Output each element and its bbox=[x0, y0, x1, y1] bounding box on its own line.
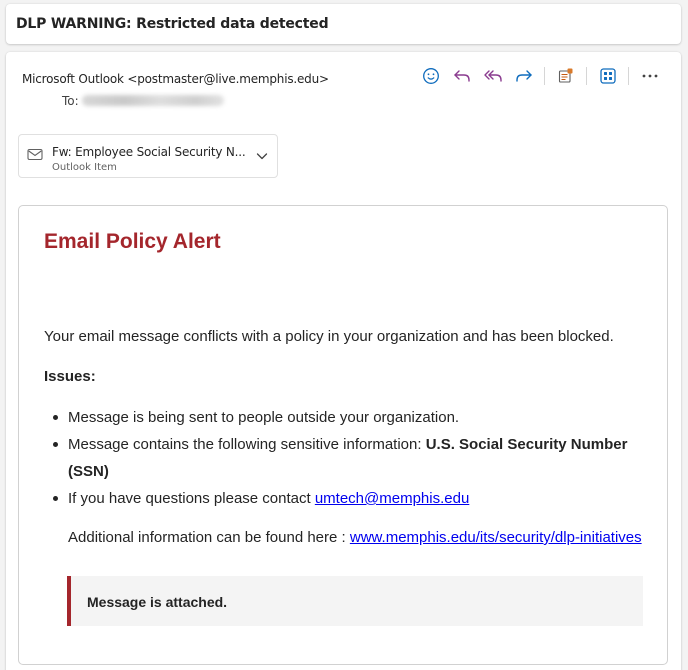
alert-title: Email Policy Alert bbox=[44, 230, 221, 253]
issues-heading: Issues: bbox=[44, 368, 96, 385]
issue-text: If you have questions please contact bbox=[68, 490, 315, 507]
attachment-type: Outlook Item bbox=[52, 162, 117, 173]
email-subject: DLP WARNING: Restricted data detected bbox=[16, 16, 329, 32]
apps-icon[interactable] bbox=[592, 64, 623, 88]
issue-text: Message is being sent to people outside … bbox=[68, 409, 460, 426]
sticky-note-icon[interactable] bbox=[550, 64, 581, 88]
issues-list: Message is being sent to people outside … bbox=[44, 404, 644, 512]
recipient-redacted bbox=[82, 95, 224, 106]
toolbar-divider bbox=[628, 67, 629, 85]
additional-info-text: Additional information can be found here… bbox=[68, 529, 350, 546]
toolbar-divider bbox=[544, 67, 545, 85]
attached-notice: Message is attached. bbox=[67, 576, 643, 626]
list-item: Message contains the following sensitive… bbox=[44, 431, 644, 485]
attachment-card[interactable]: Fw: Employee Social Security N... Outloo… bbox=[18, 134, 278, 178]
subject-header: DLP WARNING: Restricted data detected bbox=[6, 4, 681, 44]
additional-info: Additional information can be found here… bbox=[68, 529, 642, 546]
list-item: Message is being sent to people outside … bbox=[44, 404, 644, 431]
attachment-name: Fw: Employee Social Security N... bbox=[52, 145, 246, 159]
list-item: If you have questions please contact umt… bbox=[44, 485, 644, 512]
more-icon[interactable] bbox=[634, 64, 665, 88]
reply-icon[interactable] bbox=[446, 64, 477, 88]
mail-icon bbox=[27, 148, 43, 166]
alert-intro: Your email message conflicts with a poli… bbox=[44, 328, 614, 345]
attached-notice-text: Message is attached. bbox=[87, 594, 228, 610]
dlp-info-link[interactable]: www.memphis.edu/its/security/dlp-initiat… bbox=[350, 529, 642, 546]
to-label: To: bbox=[62, 94, 79, 108]
toolbar-divider bbox=[586, 67, 587, 85]
chevron-down-icon[interactable] bbox=[255, 149, 269, 168]
policy-alert-body: Email Policy Alert Your email message co… bbox=[18, 205, 668, 665]
support-email-link[interactable]: umtech@memphis.edu bbox=[315, 490, 469, 507]
issue-text: Message contains the following sensitive… bbox=[68, 436, 426, 453]
reply-all-icon[interactable] bbox=[477, 64, 508, 88]
sender[interactable]: Microsoft Outlook <postmaster@live.memph… bbox=[22, 72, 329, 86]
message-toolbar bbox=[415, 64, 665, 88]
forward-icon[interactable] bbox=[508, 64, 539, 88]
message-card: Microsoft Outlook <postmaster@live.memph… bbox=[6, 52, 681, 670]
emoji-icon[interactable] bbox=[415, 64, 446, 88]
